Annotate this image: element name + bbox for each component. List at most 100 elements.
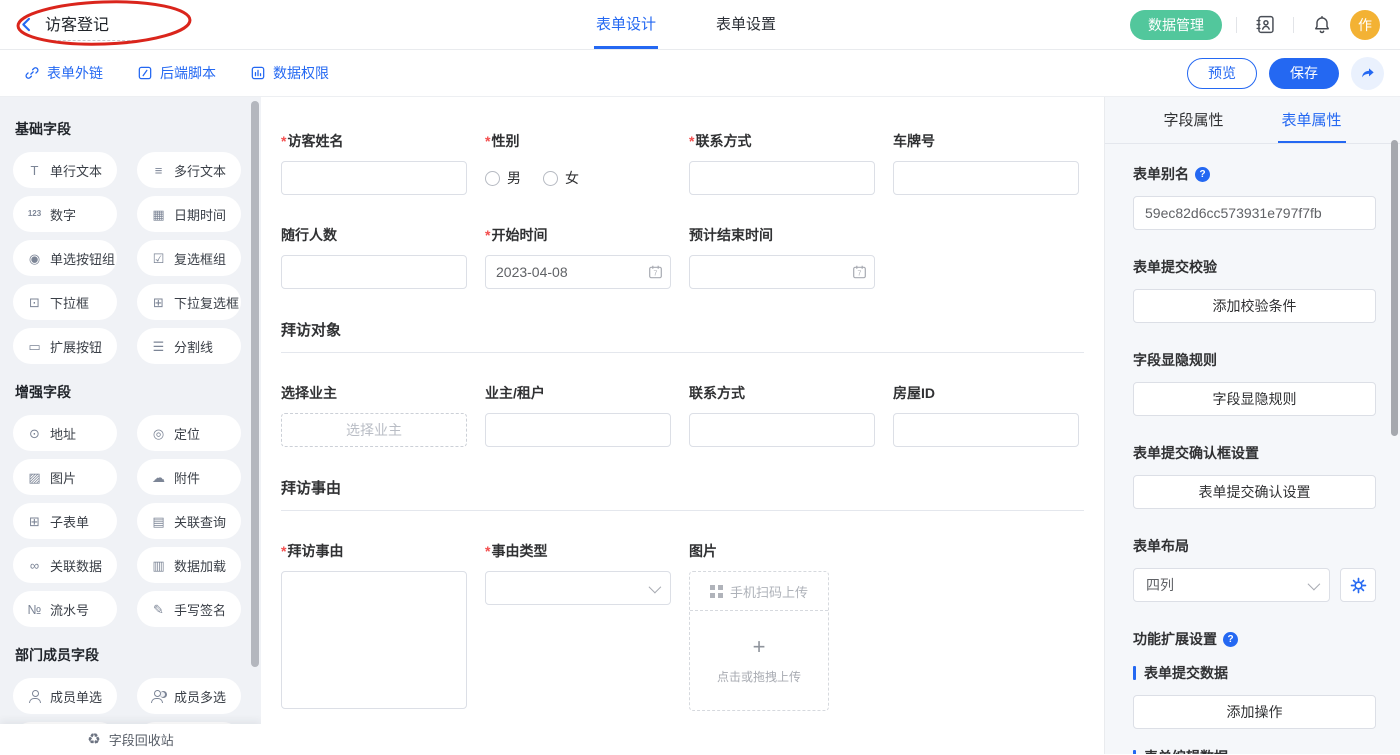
field-visit-reason[interactable]: *拜访事由	[281, 541, 467, 714]
gender-radio-male[interactable]: 男	[485, 168, 521, 188]
reason-type-select[interactable]	[485, 571, 671, 605]
owner-contact-input[interactable]	[689, 413, 875, 447]
field-pill-data-load[interactable]: ▥数据加载	[137, 547, 241, 583]
form-external-link[interactable]: 表单外链	[24, 63, 103, 83]
field-pill-geolocate[interactable]: ◎定位	[137, 415, 241, 451]
select-owner-button[interactable]: 选择业主	[281, 413, 467, 447]
avatar[interactable]: 作	[1350, 10, 1380, 40]
qr-upload-button[interactable]: 手机扫码上传	[690, 572, 828, 611]
field-pill-linked-query[interactable]: ▤关联查询	[137, 503, 241, 539]
field-pill-serial-number[interactable]: №流水号	[13, 591, 117, 627]
form-canvas: *访客姓名 *性别 男 女 *联系方式 车牌号	[261, 97, 1104, 754]
group-submit-data: 表单提交数据 添加操作	[1133, 663, 1376, 729]
pill-label: 单选按钮组	[50, 249, 115, 268]
field-recycle-bin[interactable]: ♻ 字段回收站	[0, 724, 261, 754]
drag-upload-zone[interactable]: + 点击或拖拽上传	[690, 611, 828, 710]
field-house-id[interactable]: 房屋ID	[893, 383, 1079, 447]
backend-script-link[interactable]: 后端脚本	[137, 63, 216, 83]
field-pill-attachment[interactable]: ☁附件	[137, 459, 241, 495]
field-pill-multi-dropdown[interactable]: ⊞下拉复选框	[137, 284, 241, 320]
field-select-owner[interactable]: 选择业主 选择业主	[281, 383, 467, 447]
visit-reason-textarea[interactable]	[281, 571, 467, 709]
single-line-text-icon: T	[26, 164, 43, 177]
image-upload-box: 手机扫码上传 + 点击或拖拽上传	[689, 571, 829, 711]
tab-form-design[interactable]: 表单设计	[594, 0, 658, 49]
companions-input[interactable]	[281, 255, 467, 289]
gender-radio-female[interactable]: 女	[543, 168, 579, 188]
add-validation-button[interactable]: 添加校验条件	[1133, 289, 1376, 323]
field-label-text: 车牌号	[893, 133, 935, 149]
field-owner-contact[interactable]: 联系方式	[689, 383, 875, 447]
group-label: 字段显隐规则	[1133, 350, 1376, 370]
field-pill-single-line-text[interactable]: T单行文本	[13, 152, 117, 188]
field-pill-member-single[interactable]: 成员单选	[13, 678, 117, 714]
help-icon[interactable]: ?	[1223, 632, 1238, 647]
field-pill-signature[interactable]: ✎手写签名	[137, 591, 241, 627]
contact-input[interactable]	[689, 161, 875, 195]
form-alias-input[interactable]	[1133, 196, 1376, 230]
field-pill-datetime[interactable]: ▦日期时间	[137, 196, 241, 232]
field-gender[interactable]: *性别 男 女	[485, 131, 671, 195]
field-visitor-name[interactable]: *访客姓名	[281, 131, 467, 195]
tab-field-properties[interactable]: 字段属性	[1159, 97, 1227, 143]
field-visibility-rules-button[interactable]: 字段显隐规则	[1133, 382, 1376, 416]
add-submit-action-button[interactable]: 添加操作	[1133, 695, 1376, 729]
field-pill-member-multi[interactable]: 成员多选	[137, 678, 241, 714]
form-title[interactable]: 访客登记	[43, 9, 135, 41]
plate-no-input[interactable]	[893, 161, 1079, 195]
field-pill-checkbox-group[interactable]: ☑复选框组	[137, 240, 241, 276]
field-plate-no[interactable]: 车牌号	[893, 131, 1079, 195]
field-start-time[interactable]: *开始时间 7	[485, 225, 671, 289]
form-layout-select[interactable]: 四列	[1133, 568, 1330, 602]
recycle-bin-label: 字段回收站	[109, 730, 174, 749]
field-reason-type[interactable]: *事由类型	[485, 541, 671, 605]
field-label: 车牌号	[893, 131, 1079, 151]
properties-panel: 字段属性 表单属性 表单别名? 表单提交校验 添加校验条件 字段显隐规则 字段显…	[1104, 97, 1400, 754]
save-button[interactable]: 保存	[1269, 58, 1339, 89]
field-pill-multi-line-text[interactable]: ≡多行文本	[137, 152, 241, 188]
submit-confirm-settings-button[interactable]: 表单提交确认设置	[1133, 475, 1376, 509]
bell-icon[interactable]	[1308, 11, 1336, 39]
field-pill-image[interactable]: ▨图片	[13, 459, 117, 495]
end-time-input[interactable]	[689, 255, 875, 289]
field-pill-dropdown[interactable]: ⊡下拉框	[13, 284, 117, 320]
field-end-time[interactable]: 预计结束时间 7	[689, 225, 875, 289]
field-label-text: 业主/租户	[485, 385, 545, 401]
field-pill-divider-line[interactable]: ☰分割线	[137, 328, 241, 364]
field-pill-radio-group[interactable]: ◉单选按钮组	[13, 240, 117, 276]
data-permission-link-label: 数据权限	[273, 63, 329, 83]
tab-form-properties[interactable]: 表单属性	[1278, 97, 1346, 143]
field-label-text: 预计结束时间	[689, 227, 773, 243]
tab-form-settings[interactable]: 表单设置	[714, 0, 778, 49]
start-time-input[interactable]	[485, 255, 671, 289]
house-id-input[interactable]	[893, 413, 1079, 447]
contacts-book-icon[interactable]	[1251, 11, 1279, 39]
window-scrollbar[interactable]	[1391, 140, 1398, 436]
field-image-upload[interactable]: 图片 手机扫码上传 + 点击或拖拽上传	[689, 541, 875, 711]
field-companions[interactable]: 随行人数	[281, 225, 467, 289]
field-label: 房屋ID	[893, 383, 1079, 403]
preview-button[interactable]: 预览	[1187, 58, 1257, 89]
visitor-name-input[interactable]	[281, 161, 467, 195]
field-pill-address[interactable]: ⊙地址	[13, 415, 117, 451]
help-icon[interactable]: ?	[1195, 167, 1210, 182]
field-owner-tenant[interactable]: 业主/租户	[485, 383, 671, 447]
required-asterisk: *	[689, 133, 694, 149]
field-label-text: 随行人数	[281, 227, 337, 243]
field-pill-number[interactable]: 123数字	[13, 196, 117, 232]
sidebar-scrollbar[interactable]	[251, 101, 259, 667]
share-button[interactable]	[1351, 57, 1384, 90]
required-asterisk: *	[485, 133, 490, 149]
field-pill-subform[interactable]: ⊞子表单	[13, 503, 117, 539]
layout-settings-button[interactable]	[1340, 568, 1376, 602]
section-title-enhanced-fields: 增强字段	[15, 382, 247, 402]
share-arrow-icon	[1360, 65, 1376, 81]
data-permission-link[interactable]: 数据权限	[250, 63, 329, 83]
back-button[interactable]	[18, 16, 35, 33]
field-pill-linked-data[interactable]: ∞关联数据	[13, 547, 117, 583]
header-tabs: 表单设计 表单设置	[594, 0, 778, 49]
data-manage-button[interactable]: 数据管理	[1130, 10, 1222, 40]
field-pill-extend-button[interactable]: ▭扩展按钮	[13, 328, 117, 364]
owner-tenant-input[interactable]	[485, 413, 671, 447]
field-contact[interactable]: *联系方式	[689, 131, 875, 195]
